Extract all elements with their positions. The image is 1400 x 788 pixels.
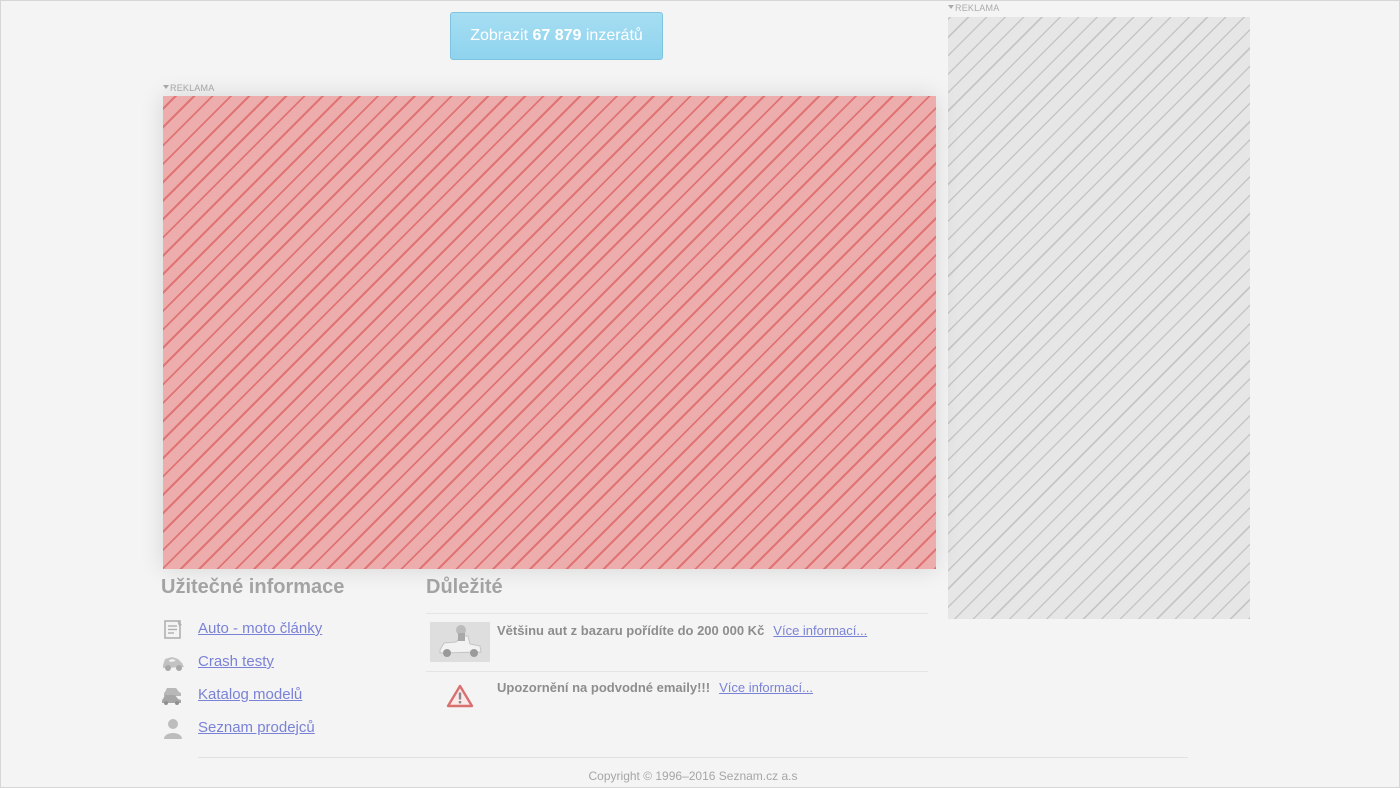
list-item: Seznam prodejců	[160, 711, 400, 744]
list-item: Auto - moto články	[160, 612, 400, 645]
listings-count: 67 879	[532, 27, 582, 44]
more-info-link[interactable]: Více informací...	[773, 623, 867, 638]
show-listings-button[interactable]: Zobrazit 67 879 inzerátů	[450, 12, 663, 60]
warning-icon	[446, 684, 474, 708]
important-heading: Důležité	[426, 576, 503, 598]
notice-message: Upozornění na podvodné emaily!!!	[497, 680, 711, 695]
cars-catalog-icon	[160, 682, 186, 708]
notice-message: Většinu aut z bazaru pořídíte do 200 000…	[497, 623, 765, 638]
person-icon	[160, 715, 186, 741]
show-button-prefix: Zobrazit	[470, 27, 529, 44]
article-icon	[160, 616, 186, 642]
copyright: Copyright © 1996–2016 Seznam.cz a.s	[588, 769, 798, 783]
important-notices: Většinu aut z bazaru pořídíte do 200 000…	[426, 613, 928, 722]
main-ad-label: REKLAMA	[163, 83, 214, 93]
list-item: Většinu aut z bazaru pořídíte do 200 000…	[426, 613, 928, 671]
useful-link-sellers[interactable]: Seznam prodejců	[198, 719, 315, 736]
useful-link-model-catalog[interactable]: Katalog modelů	[198, 686, 302, 703]
side-ad-banner[interactable]	[948, 17, 1250, 619]
list-item: Crash testy	[160, 645, 400, 678]
list-item: Katalog modelů	[160, 678, 400, 711]
useful-link-articles[interactable]: Auto - moto články	[198, 620, 322, 637]
ad-menu-triangle-icon[interactable]	[163, 85, 169, 89]
notice-text: Většinu aut z bazaru pořídíte do 200 000…	[497, 623, 867, 638]
useful-info-list: Auto - moto články Crash testy Katalog m…	[160, 612, 400, 744]
side-ad-label-text: REKLAMA	[955, 3, 1000, 13]
footer-divider	[198, 757, 1188, 758]
useful-link-crash-tests[interactable]: Crash testy	[198, 653, 274, 670]
crash-car-icon	[160, 649, 186, 675]
side-ad-label: REKLAMA	[948, 3, 999, 13]
more-info-link[interactable]: Více informací...	[719, 680, 813, 695]
toy-car-thumbnail	[430, 622, 490, 662]
useful-info-heading: Užitečné informace	[161, 576, 345, 598]
list-item: Upozornění na podvodné emaily!!! Více inf…	[426, 671, 928, 722]
show-button-suffix: inzerátů	[585, 27, 643, 44]
main-ad-label-text: REKLAMA	[170, 83, 215, 93]
main-ad-banner[interactable]	[163, 96, 936, 569]
notice-text: Upozornění na podvodné emaily!!! Více inf…	[497, 680, 813, 695]
ad-menu-triangle-icon[interactable]	[948, 5, 954, 9]
